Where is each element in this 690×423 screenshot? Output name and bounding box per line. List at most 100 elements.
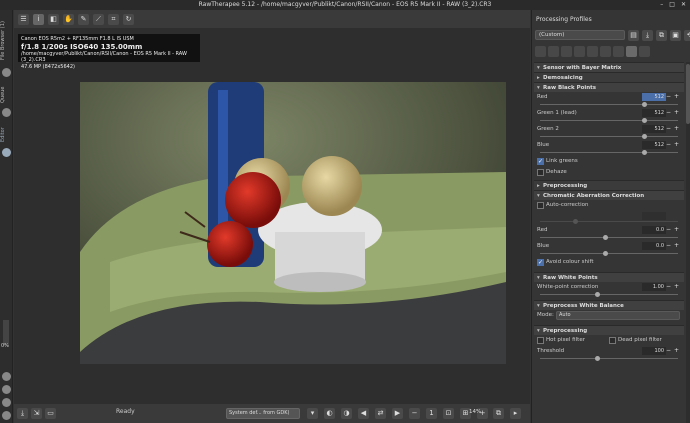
black-blue-row: Blue 512 −+ xyxy=(537,140,682,150)
ca-blue-value[interactable]: 0.0 xyxy=(642,242,666,250)
editor-icon[interactable] xyxy=(2,148,11,157)
ca-auto-checkbox[interactable]: Auto-correction xyxy=(534,200,684,211)
close-icon[interactable]: ✕ xyxy=(681,0,686,10)
hide-panel-icon[interactable]: ▸ xyxy=(510,408,521,419)
section-preprocessing-2[interactable]: ▾ Preprocessing xyxy=(534,325,684,335)
softproof-icon[interactable]: ◐ xyxy=(324,408,335,419)
save-profile-icon[interactable]: ⤓ xyxy=(642,30,653,41)
reset-profile-icon[interactable]: ⟲ xyxy=(684,30,690,41)
zoom-100-icon[interactable]: 1 xyxy=(426,408,437,419)
threshold-slider[interactable] xyxy=(540,356,678,361)
section-preprocessing[interactable]: ▸ Preprocessing xyxy=(534,180,684,190)
section-raw-black-points[interactable]: ▾ Raw Black Points xyxy=(534,82,684,92)
black-blue-slider[interactable] xyxy=(540,150,678,155)
black-green1-slider[interactable] xyxy=(540,118,678,123)
threshold-value[interactable]: 100 xyxy=(642,347,666,355)
monitor-profile-icon[interactable]: ▾ xyxy=(307,408,318,419)
black-green1-value[interactable]: 512 xyxy=(642,109,666,117)
ca-red-slider[interactable] xyxy=(540,235,678,240)
editor-external-icon[interactable]: ▭ xyxy=(45,408,56,419)
fullscreen-icon[interactable] xyxy=(2,398,11,407)
tab-transform[interactable] xyxy=(613,46,624,57)
next-image-icon[interactable]: ▶ xyxy=(392,408,403,419)
tab-queue[interactable]: Queue xyxy=(0,84,13,106)
ca-red-stepper[interactable]: −+ xyxy=(666,225,682,235)
crop-icon[interactable]: ⌗ xyxy=(108,13,119,25)
section-ca-correction[interactable]: ▾ Chromatic Aberration Correction xyxy=(534,190,684,200)
tab-detail[interactable] xyxy=(561,46,572,57)
ca-blue-slider[interactable] xyxy=(540,251,678,256)
tab-favorites[interactable] xyxy=(535,46,546,57)
color-picker-icon[interactable]: ✎ xyxy=(78,13,89,25)
help-icon[interactable] xyxy=(2,372,11,381)
rotate-icon[interactable]: ↻ xyxy=(123,13,134,25)
hot-pixel-checkbox[interactable]: Hot pixel filter xyxy=(534,335,606,346)
tool-panel: Processing Profiles (Custom) ▤ ⤓ ⧉ ▣ ⟲ ▾… xyxy=(531,10,690,423)
copy-profile-icon[interactable]: ⧉ xyxy=(656,30,667,41)
tab-editor[interactable]: Editor xyxy=(0,124,13,146)
panel-scrollbar[interactable] xyxy=(686,62,690,423)
zoom-fit-icon[interactable]: ⊡ xyxy=(443,408,454,419)
hand-tool-icon[interactable]: ✋ xyxy=(63,13,74,25)
tab-file-browser[interactable]: File Browser (1) xyxy=(0,18,13,64)
black-green2-row: Green 2 512 −+ xyxy=(537,124,682,134)
prev-image-icon[interactable]: ◀ xyxy=(358,408,369,419)
tab-color[interactable] xyxy=(574,46,585,57)
white-point-slider[interactable] xyxy=(540,292,678,297)
dead-pixel-checkbox[interactable]: Dead pixel filter xyxy=(606,335,678,346)
tab-local[interactable] xyxy=(600,46,611,57)
zoom-out-icon[interactable]: − xyxy=(409,408,420,419)
sync-icon[interactable]: ⇄ xyxy=(375,408,386,419)
minimize-icon[interactable]: – xyxy=(660,0,663,10)
file-path-info: /home/macgyver/Publikt/Canon/RSII/Canon … xyxy=(21,50,187,64)
tab-advanced[interactable] xyxy=(587,46,598,57)
tab-metadata[interactable] xyxy=(639,46,650,57)
photo-preview[interactable] xyxy=(80,82,506,364)
black-green2-slider[interactable] xyxy=(540,134,678,139)
tab-raw[interactable] xyxy=(626,46,637,57)
section-demosaicing[interactable]: ▸ Demosaicing xyxy=(534,72,684,82)
progress-label: 0% xyxy=(1,343,9,349)
processing-profile-select[interactable]: (Custom) xyxy=(535,30,625,40)
black-blue-value[interactable]: 512 xyxy=(642,141,666,149)
queue-add-icon[interactable]: ⇲ xyxy=(31,408,42,419)
white-point-value[interactable]: 1.00 xyxy=(642,283,666,291)
paste-profile-icon[interactable]: ▣ xyxy=(670,30,681,41)
threshold-stepper[interactable]: −+ xyxy=(666,346,682,356)
history-icon[interactable]: ☰ xyxy=(18,13,29,25)
black-red-stepper[interactable]: −+ xyxy=(666,92,682,102)
black-red-value[interactable]: 512 xyxy=(642,93,666,101)
black-green2-stepper[interactable]: −+ xyxy=(666,124,682,134)
queue-icon[interactable] xyxy=(2,108,11,117)
dehaze-checkbox[interactable]: Dehaze xyxy=(534,167,684,178)
white-point-stepper[interactable]: −+ xyxy=(666,282,682,292)
tab-exposure[interactable] xyxy=(548,46,559,57)
file-browser-icon[interactable] xyxy=(2,68,11,77)
black-red-slider[interactable] xyxy=(540,102,678,107)
section-raw-white-points[interactable]: ▾ Raw White Points xyxy=(534,272,684,282)
ca-blue-stepper[interactable]: −+ xyxy=(666,241,682,251)
wb-mode-select[interactable]: Auto xyxy=(556,311,680,320)
maximize-icon[interactable]: □ xyxy=(669,0,675,10)
status-text: Ready xyxy=(116,408,135,415)
gamut-icon[interactable]: ◑ xyxy=(341,408,352,419)
avoid-colour-shift-checkbox[interactable]: Avoid colour shift xyxy=(534,257,684,268)
info-icon[interactable]: i xyxy=(33,13,44,25)
save-icon[interactable]: ⤓ xyxy=(17,408,28,419)
ca-red-value[interactable]: 0.0 xyxy=(642,226,666,234)
grid-icon[interactable] xyxy=(2,411,11,420)
new-window-icon[interactable]: ⧉ xyxy=(493,408,504,419)
before-after-icon[interactable]: ◧ xyxy=(48,13,59,25)
black-green2-value[interactable]: 512 xyxy=(642,125,666,133)
black-green1-stepper[interactable]: −+ xyxy=(666,108,682,118)
straighten-icon[interactable]: ⟋ xyxy=(93,13,104,25)
black-blue-stepper[interactable]: −+ xyxy=(666,140,682,150)
output-profile-select[interactable]: System def... from GDK) xyxy=(226,408,300,419)
open-profile-icon[interactable]: ▤ xyxy=(628,30,639,41)
preferences-icon[interactable] xyxy=(2,385,11,394)
link-greens-checkbox[interactable]: Link greens xyxy=(534,156,684,167)
section-sensor[interactable]: ▾ Sensor with Bayer Matrix xyxy=(534,62,684,72)
ca-blue-row: Blue 0.0 −+ xyxy=(537,241,682,251)
image-canvas[interactable]: Canon EOS R5m2 + RF135mm F1.8 L IS USM f… xyxy=(14,28,530,404)
section-preprocess-wb[interactable]: ▾ Preprocess White Balance xyxy=(534,300,684,310)
